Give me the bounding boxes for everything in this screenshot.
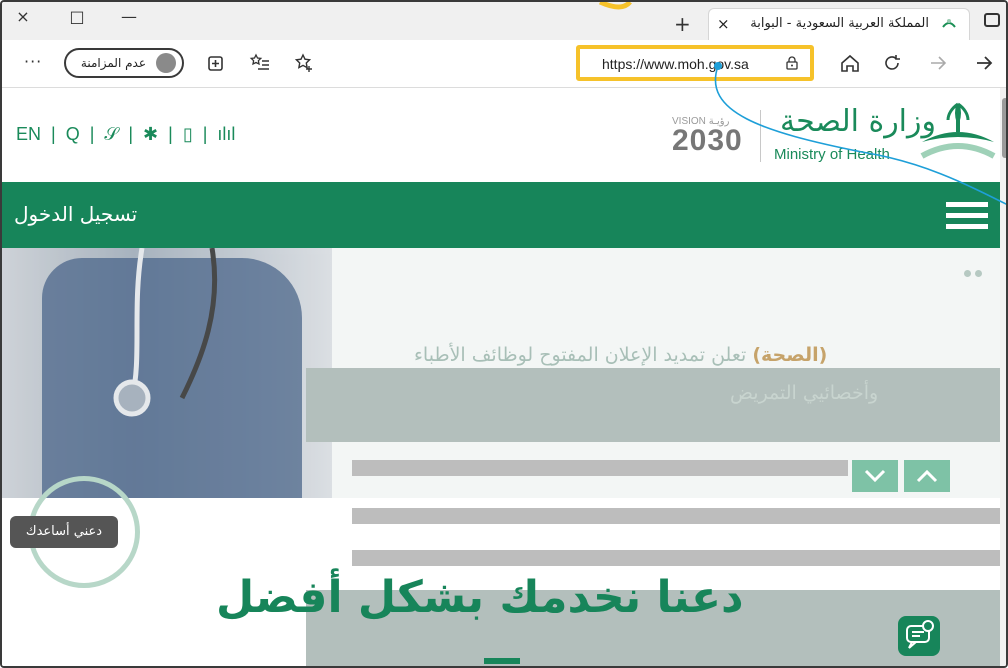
headline-text: تعلن تمديد الإعلان المفتوح لوظائف الأطبا… [414, 344, 753, 366]
moh-emblem-icon[interactable] [918, 98, 998, 168]
news-headline-line1[interactable]: (الصحة) تعلن تمديد الإعلان المفتوح لوظائ… [414, 344, 827, 366]
chevron-up-icon [916, 469, 938, 483]
annotation-overlay-band [306, 368, 1006, 442]
more-menu-icon[interactable]: ··· [24, 52, 42, 71]
active-indicator [484, 658, 520, 664]
new-tab-button[interactable]: + [674, 12, 691, 36]
title-bar: × □ — + × المملكة العربية السعودية - الب… [2, 2, 1006, 40]
window-minimize-button[interactable]: — [114, 6, 144, 28]
url-text: https://www.moh.gov.sa [602, 56, 749, 72]
chat-icon [906, 620, 934, 649]
placeholder-line [352, 508, 1006, 524]
stethoscope-icon [113, 248, 218, 417]
scroll-up-button[interactable] [904, 460, 950, 492]
ministry-name-english[interactable]: Ministry of Health [774, 146, 890, 163]
login-link[interactable]: تسجيل الدخول [14, 202, 137, 226]
statistics-icon[interactable]: ılıl [217, 124, 235, 145]
slide-dot[interactable] [975, 270, 982, 277]
scroll-down-button[interactable] [852, 460, 898, 492]
avatar-icon [156, 53, 176, 73]
language-en-link[interactable]: EN [16, 124, 41, 145]
news-headline-line2[interactable]: وأخصائيي التمريض [730, 382, 878, 404]
forward-icon[interactable] [926, 52, 950, 74]
vision-year: 2030 [672, 124, 743, 157]
slide-indicator [960, 262, 982, 281]
logo-divider [760, 110, 761, 162]
help-assistant-button[interactable]: دعني أساعدك [10, 516, 118, 548]
placeholder-line [352, 460, 848, 476]
headline-highlight: (الصحة) [752, 344, 828, 366]
home-icon[interactable] [838, 52, 862, 74]
lock-icon[interactable] [786, 56, 798, 70]
tab-title: المملكة العربية السعودية - البوابة [750, 16, 929, 31]
separator: | [202, 124, 208, 144]
vision-2030-logo[interactable]: VISION رؤيـة 2030 [672, 116, 750, 164]
refresh-icon[interactable] [880, 52, 904, 74]
tab-actions-icon[interactable] [984, 13, 1000, 27]
utility-links: EN | Q | 𝒮 | ✱ | ▯ | ılıl [16, 124, 235, 145]
add-favorite-icon[interactable] [292, 52, 316, 74]
separator: | [128, 124, 134, 144]
collections-icon[interactable] [204, 52, 228, 74]
back-icon[interactable] [972, 52, 996, 74]
separator: | [168, 124, 173, 144]
site-header: EN | Q | 𝒮 | ✱ | ▯ | ılıl VISION رؤيـة 2… [2, 88, 1006, 182]
chevron-down-icon [864, 469, 886, 483]
mobile-icon[interactable]: ▯ [183, 124, 193, 145]
separator: | [51, 124, 56, 144]
separator: | [89, 124, 95, 144]
browser-toolbar: ··· عدم المزامنة https://www.moh.gov.sa [2, 40, 1006, 88]
window-close-button[interactable]: × [8, 6, 38, 28]
moh-favicon-icon [942, 19, 956, 28]
browser-window: × □ — + × المملكة العربية السعودية - الب… [0, 0, 1008, 668]
profile-sync-button[interactable]: عدم المزامنة [64, 48, 184, 78]
page-scrollbar[interactable] [1000, 88, 1006, 666]
favorites-list-icon[interactable] [248, 52, 272, 74]
doctor-image [2, 248, 332, 498]
placeholder-line [352, 550, 1006, 566]
settings-icon[interactable]: ✱ [143, 124, 158, 145]
scrollbar-thumb[interactable] [1002, 98, 1006, 158]
slide-dot[interactable] [964, 270, 971, 277]
browser-tab[interactable]: × المملكة العربية السعودية - البوابة [708, 8, 970, 40]
address-bar[interactable]: https://www.moh.gov.sa [576, 45, 814, 81]
chat-button[interactable] [898, 616, 940, 656]
search-icon[interactable]: Q [66, 124, 80, 145]
profile-sync-label: عدم المزامنة [80, 56, 146, 70]
section-title: دعنا نخدمك بشكل أفضل [216, 572, 744, 623]
menu-hamburger-icon[interactable] [946, 202, 988, 230]
ministry-name-arabic[interactable]: وزارة الصحة [780, 104, 936, 139]
tab-close-icon[interactable]: × [717, 15, 730, 33]
accessibility-icon[interactable]: 𝒮 [104, 124, 118, 145]
window-restore-button[interactable]: □ [62, 6, 92, 28]
main-nav-bar: تسجيل الدخول [2, 182, 1006, 248]
